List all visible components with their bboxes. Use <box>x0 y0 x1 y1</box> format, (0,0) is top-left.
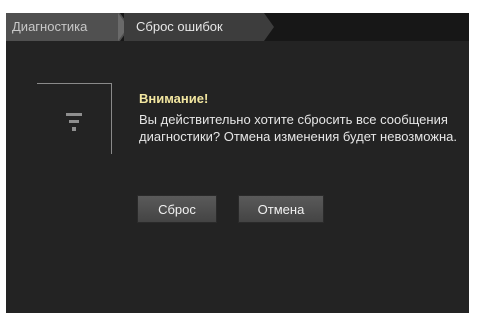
wifi-warning-icon <box>63 113 85 139</box>
screen: Диагностика Сброс ошибок Внимание! Вы де… <box>6 13 469 313</box>
breadcrumb-item-label: Диагностика <box>12 19 88 34</box>
breadcrumb-item-label: Сброс ошибок <box>136 19 223 34</box>
breadcrumb: Диагностика Сброс ошибок <box>6 13 469 41</box>
reset-button[interactable]: Сброс <box>137 195 217 223</box>
cancel-button[interactable]: Отмена <box>238 195 324 223</box>
dialog-title: Внимание! <box>139 91 209 106</box>
breadcrumb-item-reset-errors[interactable]: Сброс ошибок <box>124 13 274 41</box>
breadcrumb-item-diagnostics[interactable]: Диагностика <box>6 13 130 41</box>
dialog-message: Вы действительно хотите сбросить все соо… <box>139 112 458 144</box>
